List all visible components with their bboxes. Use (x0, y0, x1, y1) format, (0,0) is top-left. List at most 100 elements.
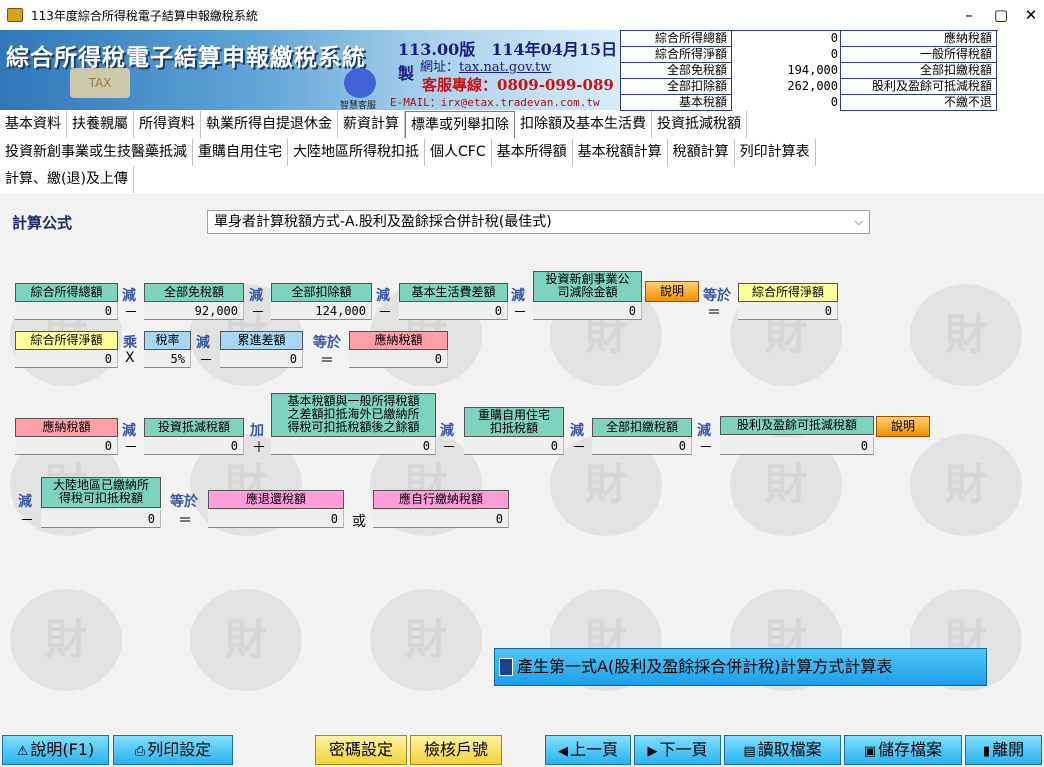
summary-label: 基本稅額 (620, 95, 732, 111)
op-times: 乘 (123, 335, 137, 351)
tab-deductions-living[interactable]: 扣除額及基本生活費 (515, 111, 652, 138)
exit-icon: ▮ (982, 744, 991, 759)
tab-calc-upload[interactable]: 計算、繳(退)及上傳 (0, 166, 134, 193)
summary-value: 0 (830, 31, 838, 45)
op-minus-sign: － (442, 440, 456, 456)
summary-label: 綜合所得淨額 (620, 47, 732, 63)
net-income-label: 綜合所得淨額 (738, 283, 838, 302)
tab-income[interactable]: 所得資料 (134, 111, 201, 138)
formula-panel: 財 財 財 財 財 財 財 財 財 財 財 財 財 財 財 財 財 財 計算公式… (0, 194, 1044, 734)
title-bar: 113年度綜合所得稅電子結算申報繳稅系統 – ▢ ✕ (0, 0, 1044, 30)
summary-right-label: 全部扣繳稅額 (840, 63, 997, 79)
printer-icon: ⎙ (134, 744, 146, 759)
tab-rebuy-house[interactable]: 重購自用住宅 (193, 139, 288, 166)
maximize-button[interactable]: ▢ (990, 4, 1012, 26)
net-income-value: 0 (738, 302, 838, 320)
watermark: 財 (190, 589, 302, 691)
read-file-button[interactable]: ▤ 讀取檔案 (724, 735, 841, 765)
op-times-sign: X (125, 350, 135, 366)
tab-salary[interactable]: 薪資計算 (338, 111, 405, 138)
tab-standard-itemized[interactable]: 標準或列舉扣除 (405, 111, 515, 138)
rebuy-house-value: 0 (464, 437, 564, 455)
basic-tax-diff-value: 0 (271, 437, 436, 455)
startup-deduction-value: 0 (533, 302, 642, 320)
deduction-label: 全部扣除額 (271, 283, 372, 302)
exit-button[interactable]: ▮ 離開 (965, 735, 1042, 765)
close-button[interactable]: ✕ (1020, 4, 1042, 26)
op-minus-sign: － (124, 440, 138, 456)
tab-tax-calc[interactable]: 稅額計算 (667, 139, 735, 166)
tab-dependents[interactable]: 扶養親屬 (67, 111, 134, 138)
basic-living-label: 基本生活費差額 (399, 283, 508, 302)
progressive-diff-value: 0 (220, 350, 303, 368)
explain-button-2[interactable]: 說明 (876, 416, 930, 437)
next-page-button[interactable]: ▶ 下一頁 (634, 735, 721, 765)
arrow-right-icon: ▶ (647, 744, 658, 759)
chatbot-icon[interactable] (344, 68, 376, 98)
arrow-left-icon: ◀ (557, 744, 568, 759)
tax-payable-value: 0 (349, 350, 448, 368)
op-equals-sign: ＝ (178, 513, 192, 529)
summary-panel: 綜合所得總額 0 應納稅額 綜合所得淨額 0 一般所得稅額 全部免稅額 194,000 全部… (620, 30, 998, 111)
progressive-diff-label: 累進差額 (220, 331, 303, 350)
chevron-down-icon[interactable]: ⌵ (855, 211, 863, 233)
document-icon (499, 658, 513, 676)
tax-payable-value-2: 0 (15, 437, 118, 455)
op-minus-sign: － (699, 440, 713, 456)
explain-button[interactable]: 說明 (645, 281, 699, 302)
tab-basic-tax-calc[interactable]: 基本稅額計算 (572, 139, 668, 166)
tab-print-sheet[interactable]: 列印計算表 (734, 139, 816, 166)
op-minus: 減 (18, 494, 32, 510)
summary-right-label: 不繳不退 (840, 95, 997, 111)
investment-credit-label: 投資抵減稅額 (144, 418, 244, 437)
minimize-button[interactable]: – (958, 4, 980, 26)
watermark: 財 (910, 284, 1022, 386)
dividend-credit-value: 0 (720, 437, 874, 455)
tab-row-3: 計算、繳(退)及上傳 (0, 166, 1044, 193)
tab-mainland-credit[interactable]: 大陸地區所得稅扣抵 (288, 139, 425, 166)
password-settings-button[interactable]: 密碼設定 (315, 735, 407, 765)
op-minus-sign: － (124, 305, 138, 321)
basic-tax-diff-label: 基本稅額與一般所得稅額 之差額扣抵海外已繳納所 得稅可扣抵稅額後之餘額 (271, 393, 436, 437)
tab-basic-info[interactable]: 基本資料 (0, 111, 67, 138)
investment-credit-value: 0 (144, 437, 244, 455)
system-title: 綜合所得稅電子結算申報繳稅系統 (6, 45, 366, 71)
op-minus-sign: － (20, 513, 34, 529)
op-equals-sign: ＝ (320, 353, 334, 369)
exemption-label: 全部免稅額 (144, 283, 244, 302)
tab-startup-biotech[interactable]: 投資新創事業或生技醫藥抵減 (0, 139, 193, 166)
tax-payable-label: 應納稅額 (349, 331, 448, 350)
formula-select[interactable]: 單身者計算稅額方式-A.股利及盈餘採合併計稅(最佳式) ⌵ (207, 210, 870, 234)
startup-deduction-label: 投資新創事業公 司減除金額 (533, 271, 642, 302)
net-income-value-2: 0 (15, 350, 118, 368)
op-minus-sign: － (199, 353, 213, 369)
print-setup-button[interactable]: ⎙ 列印設定 (113, 735, 233, 765)
tab-cfc[interactable]: 個人CFC (425, 139, 492, 166)
check-account-button[interactable]: 檢核戶號 (410, 735, 502, 765)
summary-value: 262,000 (787, 79, 838, 93)
help-button[interactable]: ⚠ 說明(F1) (2, 735, 109, 765)
withholding-value: 0 (592, 437, 692, 455)
mainland-credit-value: 0 (41, 510, 161, 528)
op-equals: 等於 (313, 335, 341, 351)
gross-income-label: 綜合所得總額 (15, 283, 118, 302)
tab-investment-credit[interactable]: 投資抵減稅額 (652, 111, 747, 138)
save-file-button[interactable]: ▣ 儲存檔案 (844, 735, 962, 765)
prev-page-button[interactable]: ◀ 上一頁 (545, 735, 631, 765)
website: 網址：tax.nat.gov.tw (420, 60, 552, 75)
net-income-label-2: 綜合所得淨額 (15, 331, 118, 350)
generate-calc-sheet-button[interactable]: 產生第一式A(股利及盈餘採合併計稅)計算方式計算表 (494, 648, 987, 686)
self-pay-label: 應自行繳納稅額 (373, 490, 509, 509)
summary-value: 194,000 (787, 63, 838, 77)
tax-badge: TAX (70, 68, 130, 98)
summary-right-label: 應納稅額 (840, 31, 997, 47)
chatbot-label[interactable]: 智慧客服 (340, 98, 376, 111)
website-link[interactable]: tax.nat.gov.tw (459, 60, 551, 75)
op-equals-sign: ＝ (707, 305, 721, 321)
tab-pension[interactable]: 執業所得自提退休金 (201, 111, 338, 138)
window-title: 113年度綜合所得稅電子結算申報繳稅系統 (31, 8, 258, 23)
op-plus-sign: ＋ (252, 440, 266, 456)
rate-label: 稅率 (144, 331, 191, 350)
summary-label: 全部免稅額 (620, 63, 732, 79)
tab-basic-income[interactable]: 基本所得額 (491, 139, 573, 166)
